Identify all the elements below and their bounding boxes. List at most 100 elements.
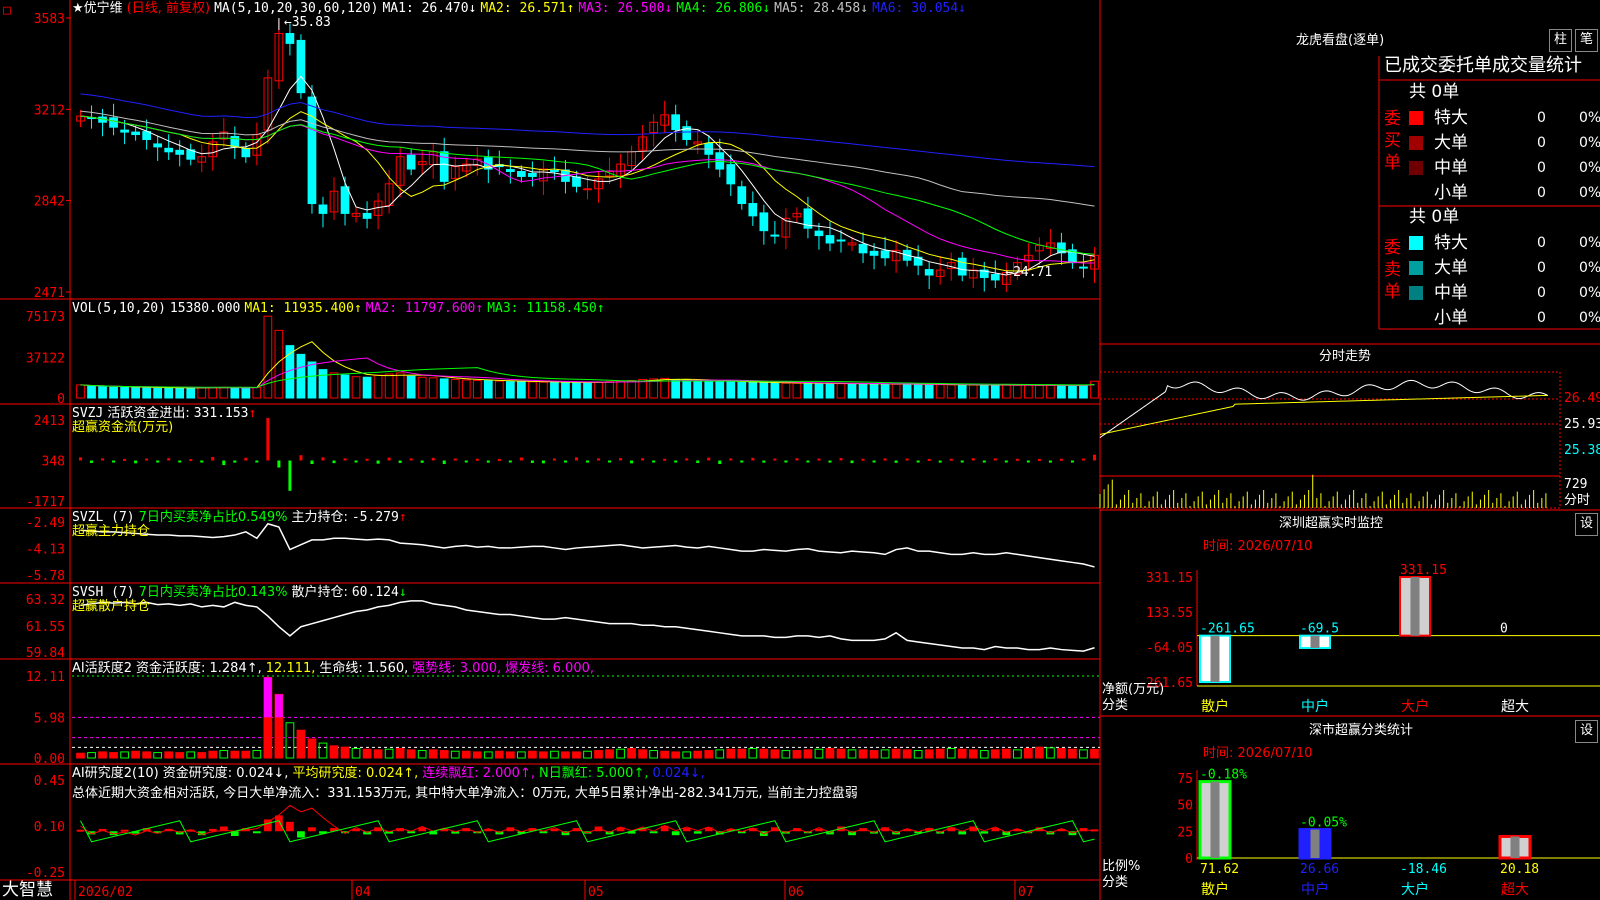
- ai-act-bar: [902, 749, 912, 759]
- row-pct: 0%: [1579, 160, 1600, 176]
- svzj-bar: [134, 460, 138, 464]
- ai-act-items: 资金活跃度: 1.284↑, 12.111, 生命线: 1.560, 强势线: 3.0…: [136, 661, 598, 676]
- svzj-bar: [211, 456, 215, 461]
- svzj-title: SVZJ: [72, 406, 104, 421]
- svzj-bar: [905, 458, 909, 461]
- ai-act-bar: [439, 750, 449, 759]
- svzj-bar: [222, 460, 226, 466]
- classify-bottom-label: 20.18: [1500, 862, 1539, 877]
- legend-swatch: [1409, 236, 1423, 250]
- row-label: 小单: [1434, 183, 1468, 203]
- vol-bar: [880, 383, 890, 399]
- vol-bar: [450, 378, 460, 399]
- stock-name[interactable]: 优宁维: [84, 1, 123, 16]
- row-pct: 0%: [1579, 260, 1600, 276]
- ai-act-bar: [990, 749, 1000, 759]
- ai-act-bar: [1068, 748, 1077, 759]
- legend-item: MA3: 26.500↓: [578, 1, 673, 16]
- svzj-bar: [266, 417, 270, 461]
- ai-act-bar: [935, 748, 945, 759]
- svzl-y-tick: -5.78: [26, 569, 65, 584]
- vol-bar: [461, 379, 471, 399]
- ai-res-bar: [693, 831, 702, 834]
- svzj-bar: [1026, 460, 1030, 463]
- classify-category: 中户: [1301, 881, 1329, 898]
- ai-act-bar: [230, 750, 240, 759]
- vol-bar: [483, 380, 493, 399]
- svsh-title: SVSH (7): [72, 585, 135, 600]
- tab-tick[interactable]: 笔: [1575, 29, 1598, 52]
- svzj-bar: [839, 458, 843, 461]
- classify-y-tick: 50: [1177, 799, 1193, 814]
- classify-bottom-label: -18.46: [1400, 862, 1447, 877]
- svsh-line: [80, 600, 1095, 652]
- ma-params: MA(5,10,20,30,60,120): [214, 1, 379, 16]
- buy-total: 共 0单: [1409, 82, 1460, 102]
- svzj-bar: [244, 457, 248, 461]
- ai-act-burst: [264, 677, 272, 718]
- candle-body: [120, 129, 129, 133]
- vol-bar: [1090, 380, 1099, 399]
- ai-act-bar: [142, 751, 151, 759]
- svzj-bar: [574, 457, 578, 461]
- ai-res-y-tick: 0.10: [34, 820, 65, 835]
- vol-bar: [406, 375, 416, 399]
- svzj-bar: [112, 460, 116, 463]
- ai-act-bar: [197, 752, 207, 759]
- svzj-bar: [1070, 460, 1074, 463]
- vol-bar: [373, 374, 383, 399]
- row-pct: 0%: [1579, 185, 1600, 201]
- candle-body: [759, 212, 769, 232]
- ai-act-bar: [539, 751, 548, 759]
- longhu-row: 小单 0 0%: [1409, 182, 1600, 204]
- row-count: 0: [1537, 185, 1546, 201]
- vol-bar: [164, 387, 174, 399]
- ai-res-bar: [275, 815, 283, 832]
- ai-act-bar: [979, 750, 989, 759]
- svzj-bar: [167, 458, 171, 461]
- monitor-category: 散户: [1201, 698, 1229, 715]
- vol-bar: [550, 381, 559, 399]
- vol-title: VOL(5,10,20): [72, 301, 166, 316]
- fenshi-tick-high: 26.49: [1564, 391, 1600, 406]
- monitor-settings-button[interactable]: 设: [1575, 513, 1598, 536]
- svzj-bar: [641, 458, 645, 461]
- ai-act-bar: [649, 750, 658, 759]
- row-pct: 0%: [1579, 310, 1600, 326]
- svzj-bar: [795, 458, 799, 461]
- ai-act-bar: [208, 750, 218, 759]
- svzj-y-tick: 2413: [34, 414, 65, 429]
- legend-item: 0.024↓,: [652, 766, 705, 781]
- candle-body: [285, 33, 295, 44]
- ai-act-bar: [395, 748, 405, 759]
- vol-bar: [715, 381, 725, 399]
- candle-body: [296, 39, 306, 94]
- x-axis-label: 06: [788, 885, 804, 900]
- classify-settings-button[interactable]: 设: [1575, 720, 1598, 743]
- vol-bar: [351, 376, 361, 399]
- classify-category: 散户: [1201, 881, 1229, 898]
- ai-act-y-tick: 12.11: [26, 670, 65, 685]
- ai-act-bar: [373, 749, 383, 759]
- ai-res-bar: [980, 831, 989, 834]
- svsh-label1: 7日内买卖净占比0.143%: [138, 585, 288, 600]
- monitor-category: 中户: [1301, 698, 1329, 715]
- legend-swatch: [1409, 311, 1423, 325]
- ai-res-bar: [120, 829, 129, 832]
- ai-res-items: 资金研究度: 0.024↓, 平均研究度: 0.024↑, 连续飘红: 2.000↑…: [163, 766, 709, 781]
- ai-res-bar: [297, 831, 305, 838]
- ai-act-bar: [1046, 747, 1055, 759]
- row-count: 0: [1537, 135, 1546, 151]
- candle-body: [869, 250, 879, 256]
- tab-bar-chart[interactable]: 柱: [1549, 29, 1572, 52]
- ai-res-bar: [76, 829, 85, 832]
- row-count: 0: [1537, 160, 1546, 176]
- legend-item: 生命线: 1.560,: [319, 661, 409, 676]
- svzj-bar: [354, 460, 358, 463]
- svzj-bar: [685, 458, 689, 461]
- svzj-bar: [123, 458, 127, 461]
- svzl-line: [80, 522, 1095, 568]
- ma-values: MA1: 26.470↓ MA2: 26.571↑ MA3: 26.500↓ MA4:…: [382, 1, 970, 16]
- brand-label[interactable]: 大智慧: [2, 881, 53, 900]
- fenshi-tick-low: 25.38: [1564, 443, 1600, 458]
